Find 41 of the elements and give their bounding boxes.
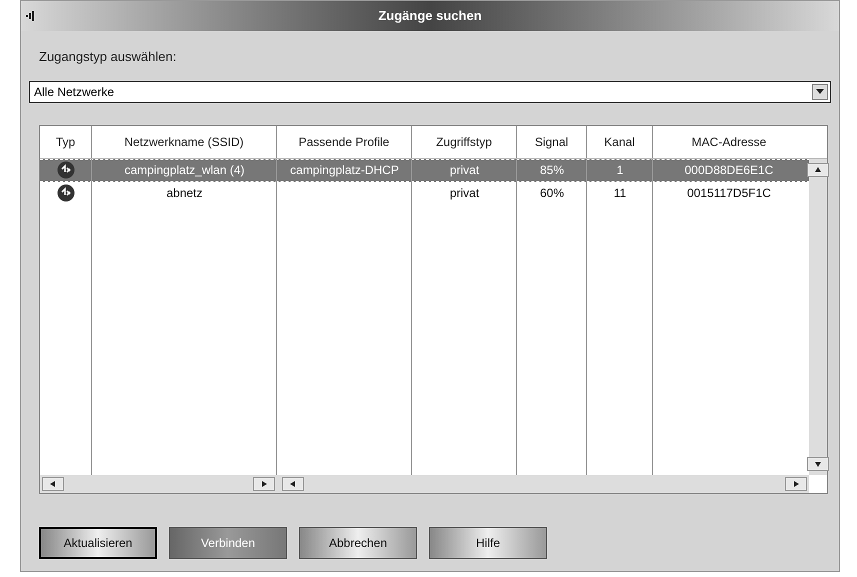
scroll-left-button[interactable] (282, 476, 304, 490)
filter-label: Zugangstyp auswählen: (39, 48, 178, 66)
column-header[interactable]: Zugriffstyp (412, 126, 517, 158)
table-cell-text: 000D88DE6E1C (684, 162, 774, 179)
scroll-left-button[interactable] (42, 476, 64, 490)
column-header[interactable]: MAC-Adresse (653, 126, 805, 158)
triangle-arrow-icon (814, 166, 822, 174)
column-header[interactable]: Typ (40, 126, 92, 158)
table-cell-text: 60% (540, 185, 564, 202)
triangle-arrow-icon (814, 460, 822, 468)
dialog-button[interactable]: Aktualisieren (39, 526, 157, 558)
table-cell-text: 85% (540, 162, 564, 179)
scroll-right-button[interactable] (253, 476, 275, 490)
table-cell-text: 0015117D5F1C (687, 185, 771, 202)
table-cell-text: campingplatz-DHCP (290, 162, 399, 179)
scroll-down-button[interactable] (807, 456, 829, 470)
network-type-dropdown[interactable]: Alle Netzwerke (29, 80, 831, 102)
table-cell-text: 1 (616, 162, 624, 179)
triangle-arrow-icon (49, 480, 57, 488)
table-cell-text: privat (450, 162, 480, 179)
scroll-right-button[interactable] (785, 476, 807, 490)
table-cell-text: privat (450, 185, 480, 202)
dialog-button[interactable]: Abbrechen (299, 526, 417, 558)
column-header[interactable]: Netzwerkname (SSID) (92, 126, 277, 158)
triangle-arrow-icon (792, 480, 800, 488)
scroll-up-button[interactable] (807, 162, 829, 176)
table-cell-text: 11 (614, 185, 626, 202)
column-header[interactable]: Kanal (587, 126, 653, 158)
window-title: Zugänge suchen (378, 7, 482, 26)
column-header[interactable]: Signal (517, 126, 587, 158)
triangle-arrow-icon (289, 480, 297, 488)
vertical-scrollbar[interactable] (809, 158, 827, 474)
dialog-button[interactable]: Hilfe (429, 526, 547, 558)
table-cell-text: abnetz (166, 185, 203, 202)
network-row[interactable]: campingplatz_wlan (4) campingplatz-DHCP privat 85% 1 000D88DE6E1C (40, 158, 810, 182)
horizontal-scrollbar[interactable] (280, 474, 809, 492)
table-cell-text: campingplatz_wlan (4) (124, 162, 245, 179)
column-header[interactable]: Passende Profile (277, 126, 412, 158)
network-row[interactable]: abnetz privat 60% 11 0015117D5F1C (40, 182, 810, 204)
horizontal-scrollbar[interactable] (40, 474, 277, 492)
triangle-arrow-icon (260, 480, 268, 488)
